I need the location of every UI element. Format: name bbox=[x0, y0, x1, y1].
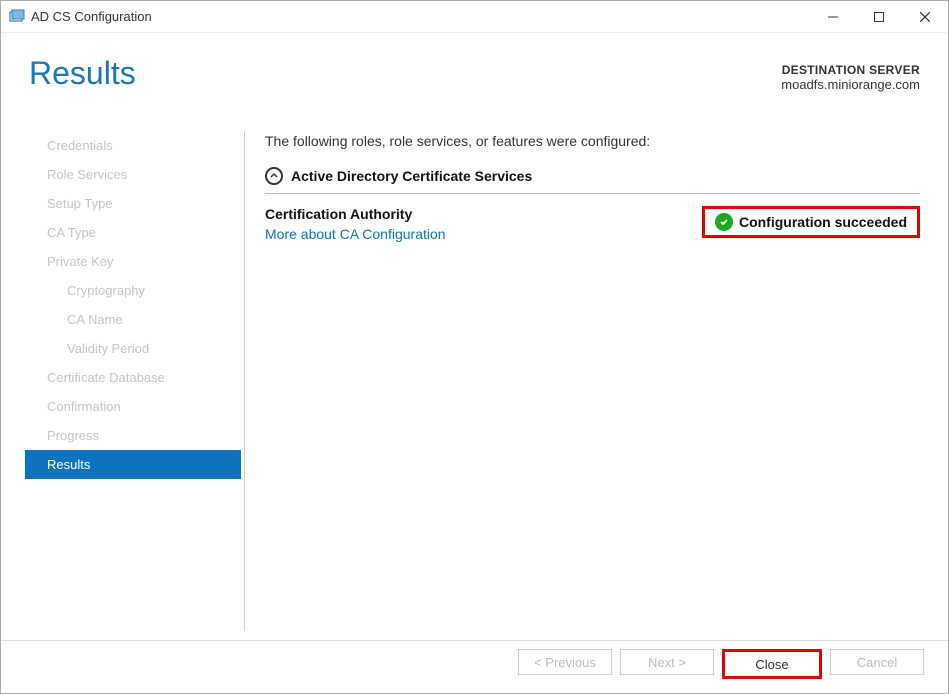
destination-label: DESTINATION SERVER bbox=[781, 63, 920, 77]
sidebar-item-validity-period[interactable]: Validity Period bbox=[25, 334, 241, 363]
header: Results DESTINATION SERVER moadfs.minior… bbox=[29, 55, 920, 92]
button-bar: < Previous Next > Close Cancel bbox=[518, 649, 924, 679]
titlebar: AD CS Configuration bbox=[1, 1, 948, 33]
app-icon bbox=[9, 9, 25, 25]
maximize-button[interactable] bbox=[856, 1, 902, 33]
cancel-button: Cancel bbox=[830, 649, 924, 675]
sidebar-item-setup-type[interactable]: Setup Type bbox=[25, 189, 241, 218]
sidebar-item-role-services[interactable]: Role Services bbox=[25, 160, 241, 189]
result-left: Certification Authority More about CA Co… bbox=[265, 206, 702, 242]
intro-text: The following roles, role services, or f… bbox=[265, 133, 920, 149]
sidebar-item-ca-name[interactable]: CA Name bbox=[25, 305, 241, 334]
role-header[interactable]: Active Directory Certificate Services bbox=[265, 167, 920, 194]
sidebar-item-credentials[interactable]: Credentials bbox=[25, 131, 241, 160]
service-name: Certification Authority bbox=[265, 206, 702, 222]
page-title: Results bbox=[29, 55, 136, 92]
close-window-button[interactable] bbox=[902, 1, 948, 33]
status-box: Configuration succeeded bbox=[702, 206, 920, 238]
close-button[interactable]: Close bbox=[722, 649, 822, 679]
button-separator bbox=[1, 640, 948, 641]
window-title: AD CS Configuration bbox=[31, 9, 810, 24]
sidebar-item-progress[interactable]: Progress bbox=[25, 421, 241, 450]
sidebar: CredentialsRole ServicesSetup TypeCA Typ… bbox=[25, 131, 241, 479]
sidebar-item-confirmation[interactable]: Confirmation bbox=[25, 392, 241, 421]
sidebar-item-cryptography[interactable]: Cryptography bbox=[25, 276, 241, 305]
destination-block: DESTINATION SERVER moadfs.miniorange.com bbox=[781, 63, 920, 92]
minimize-button[interactable] bbox=[810, 1, 856, 33]
main-content: The following roles, role services, or f… bbox=[265, 133, 920, 242]
destination-server: moadfs.miniorange.com bbox=[781, 77, 920, 92]
status-text: Configuration succeeded bbox=[739, 214, 907, 230]
result-row: Certification Authority More about CA Co… bbox=[265, 206, 920, 242]
chevron-up-icon bbox=[265, 167, 283, 185]
more-link[interactable]: More about CA Configuration bbox=[265, 226, 702, 242]
previous-button: < Previous bbox=[518, 649, 612, 675]
next-button: Next > bbox=[620, 649, 714, 675]
check-icon bbox=[715, 213, 733, 231]
window-controls bbox=[810, 1, 948, 33]
sidebar-item-ca-type[interactable]: CA Type bbox=[25, 218, 241, 247]
role-name: Active Directory Certificate Services bbox=[291, 168, 532, 184]
sidebar-divider bbox=[244, 131, 245, 631]
sidebar-item-private-key[interactable]: Private Key bbox=[25, 247, 241, 276]
sidebar-item-certificate-database[interactable]: Certificate Database bbox=[25, 363, 241, 392]
sidebar-item-results[interactable]: Results bbox=[25, 450, 241, 479]
